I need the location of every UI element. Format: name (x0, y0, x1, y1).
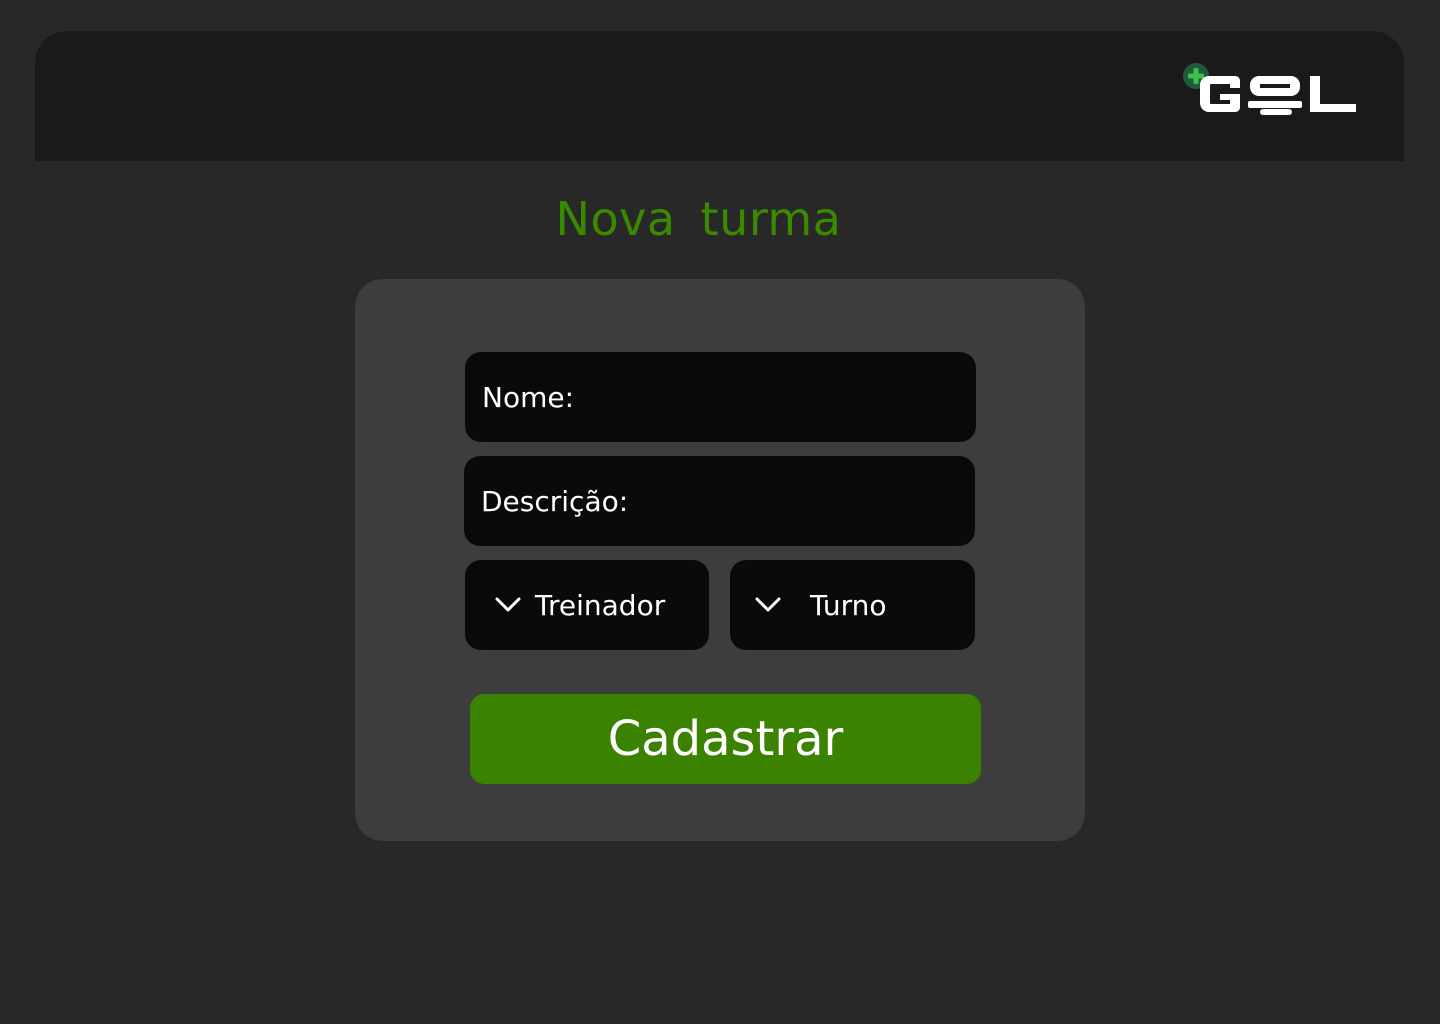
description-field[interactable] (464, 456, 975, 546)
chevron-down-icon (495, 597, 521, 612)
page-title: Nova turma (555, 192, 842, 246)
description-input[interactable] (464, 456, 975, 546)
shift-select[interactable]: Turno (730, 560, 975, 650)
name-input[interactable] (465, 352, 976, 442)
name-field[interactable] (465, 352, 976, 442)
trainer-select[interactable]: Treinador (465, 560, 709, 650)
shift-select-label: Turno (810, 588, 887, 622)
register-button[interactable]: Cadastrar (470, 694, 981, 784)
gol-logo (1183, 63, 1356, 115)
chevron-down-icon (755, 597, 781, 612)
trainer-select-label: Treinador (535, 588, 666, 622)
